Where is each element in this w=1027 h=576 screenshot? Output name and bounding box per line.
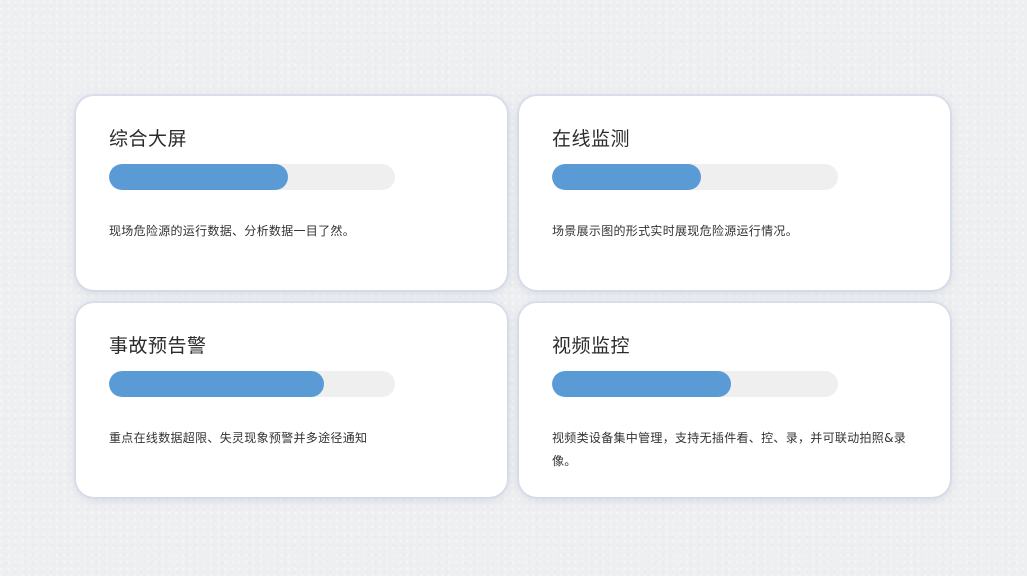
card-description: 场景展示图的形式实时展现危险源运行情况。 — [552, 224, 799, 238]
card-title: 综合大屏 — [109, 128, 188, 150]
feature-card-online-monitoring: 在线监测 场景展示图的形式实时展现危险源运行情况。 — [519, 96, 950, 290]
progress-fill — [109, 371, 324, 397]
card-description: 视频类设备集中管理，支持无插件看、控、录，并可联动拍照&录像。 — [552, 431, 907, 468]
progress-fill — [552, 164, 701, 190]
progress-fill — [109, 164, 288, 190]
progress-track — [552, 164, 838, 190]
feature-card-accident-warning: 事故预告警 重点在线数据超限、失灵现象预警并多途径通知 — [76, 303, 507, 497]
card-title: 视频监控 — [552, 335, 631, 357]
feature-card-video-monitoring: 视频监控 视频类设备集中管理，支持无插件看、控、录，并可联动拍照&录像。 — [519, 303, 950, 497]
card-description: 重点在线数据超限、失灵现象预警并多途径通知 — [109, 431, 368, 445]
progress-track — [109, 371, 395, 397]
progress-track — [552, 371, 838, 397]
progress-track — [109, 164, 395, 190]
card-description: 现场危险源的运行数据、分析数据一目了然。 — [109, 224, 356, 238]
feature-card-dashboard: 综合大屏 现场危险源的运行数据、分析数据一目了然。 — [76, 96, 507, 290]
progress-fill — [552, 371, 731, 397]
card-title: 事故预告警 — [109, 335, 207, 357]
card-title: 在线监测 — [552, 128, 631, 150]
